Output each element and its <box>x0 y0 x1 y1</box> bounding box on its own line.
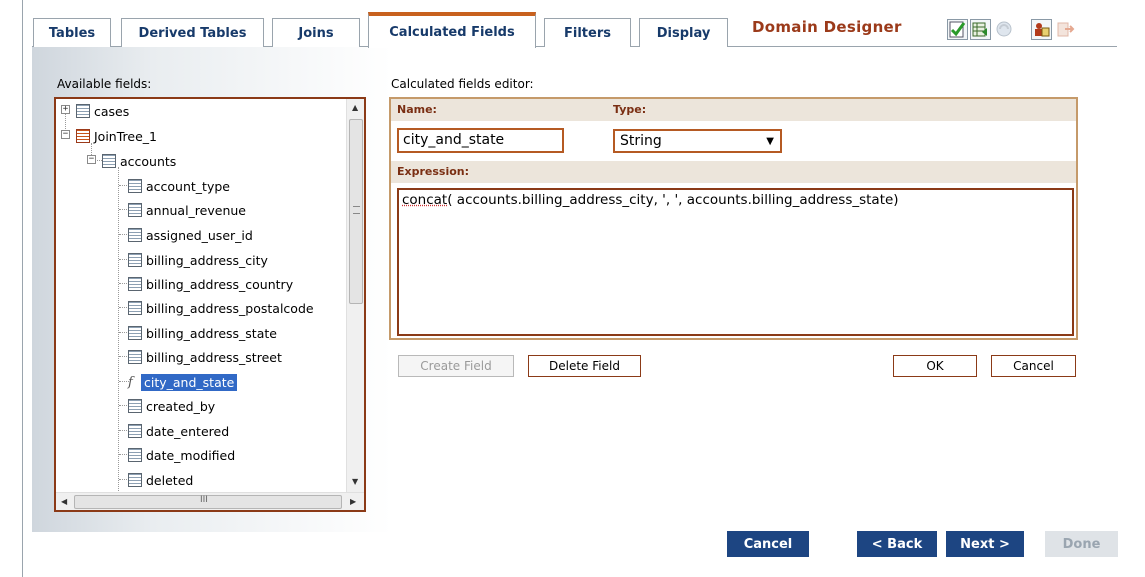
tab-tables[interactable]: Tables <box>33 18 111 47</box>
check-document-icon[interactable] <box>947 19 968 40</box>
expand-icon[interactable]: + <box>61 105 70 114</box>
type-select[interactable]: String ▼ <box>613 129 782 153</box>
field-icon <box>128 399 142 413</box>
tree-field-billing-address-city[interactable]: billing_address_city <box>128 250 268 270</box>
tree-field-assigned-user-id[interactable]: assigned_user_id <box>128 225 253 245</box>
thumb-grip: III <box>200 495 208 505</box>
tree-node-cases[interactable]: cases <box>76 101 129 121</box>
expression-function: concat <box>402 192 448 208</box>
next-button[interactable]: Next > <box>946 531 1024 557</box>
cancel-field-button[interactable]: Cancel <box>991 355 1076 377</box>
wizard-cancel-button[interactable]: Cancel <box>727 531 809 557</box>
tree-field-created-by[interactable]: created_by <box>128 396 215 416</box>
available-fields-label: Available fields: <box>57 77 152 91</box>
field-icon <box>128 350 142 364</box>
tree-field-annual-revenue[interactable]: annual_revenue <box>128 200 246 220</box>
field-icon <box>128 326 142 340</box>
done-button[interactable]: Done <box>1045 531 1118 557</box>
tree-vertical-scrollbar[interactable]: ▲ ▼ <box>346 99 364 492</box>
delete-field-button[interactable]: Delete Field <box>528 355 641 377</box>
calculated-fields-editor-label: Calculated fields editor: <box>391 77 534 91</box>
expression-args: ( accounts.billing_address_city, ', ', a… <box>447 192 899 208</box>
field-icon <box>128 203 142 217</box>
name-type-header <box>391 99 1076 121</box>
tree-field-account-type[interactable]: account_type <box>128 176 230 196</box>
ok-button[interactable]: OK <box>893 355 977 377</box>
type-selected-value: String <box>620 133 662 149</box>
tab-calculated-fields[interactable]: Calculated Fields <box>368 12 536 48</box>
available-fields-tree: + cases − JoinTree_1 − accounts account_… <box>54 97 366 512</box>
tree-field-deleted[interactable]: deleted <box>128 470 193 490</box>
field-icon <box>128 424 142 438</box>
function-icon: f <box>128 374 133 390</box>
tree-field-billing-address-street[interactable]: billing_address_street <box>128 347 282 367</box>
tab-display[interactable]: Display <box>639 18 728 47</box>
scroll-thumb[interactable]: III <box>74 495 342 509</box>
tree-node-accounts[interactable]: accounts <box>102 151 176 171</box>
field-icon <box>128 277 142 291</box>
scroll-down-icon[interactable]: ▼ <box>352 477 358 486</box>
expression-header <box>391 161 1076 183</box>
field-icon <box>128 448 142 462</box>
tree-horizontal-scrollbar[interactable]: ◀ III ▶ <box>56 492 364 510</box>
table-icon <box>102 154 116 168</box>
name-label: Name: <box>397 103 437 116</box>
users-edit-icon[interactable] <box>1031 19 1052 40</box>
tab-filters[interactable]: Filters <box>544 18 631 47</box>
tree-field-date-modified[interactable]: date_modified <box>128 445 235 465</box>
tree-node-jointree[interactable]: JoinTree_1 <box>76 126 157 146</box>
tab-joins[interactable]: Joins <box>272 18 360 47</box>
domain-designer-title: Domain Designer <box>752 18 902 36</box>
type-label: Type: <box>613 103 647 116</box>
expression-label: Expression: <box>397 165 470 178</box>
expression-textarea[interactable]: concat( accounts.billing_address_city, '… <box>397 188 1074 336</box>
scroll-left-icon[interactable]: ◀ <box>61 497 67 506</box>
field-icon <box>128 473 142 487</box>
join-tree-icon <box>76 129 90 143</box>
tree-field-billing-address-country[interactable]: billing_address_country <box>128 274 293 294</box>
back-button[interactable]: < Back <box>857 531 937 557</box>
calculated-fields-editor: Name: Type: city_and_state String ▼ Expr… <box>389 97 1078 340</box>
collapse-icon[interactable]: − <box>87 155 96 164</box>
tree-field-date-entered[interactable]: date_entered <box>128 421 229 441</box>
chevron-down-icon[interactable]: ▼ <box>766 132 774 152</box>
tab-derived-tables[interactable]: Derived Tables <box>121 18 264 47</box>
tree-field-billing-address-postalcode[interactable]: billing_address_postalcode <box>128 298 314 318</box>
name-field[interactable]: city_and_state <box>397 128 564 153</box>
field-icon <box>128 301 142 315</box>
table-icon <box>76 104 90 118</box>
tree-field-city-and-state[interactable]: f city_and_state <box>128 372 238 392</box>
table-export-icon[interactable] <box>970 19 991 40</box>
refresh-globe-icon[interactable] <box>994 19 1015 40</box>
field-icon <box>128 228 142 242</box>
scroll-right-icon[interactable]: ▶ <box>350 497 356 506</box>
exit-arrow-icon[interactable] <box>1055 19 1076 40</box>
field-icon <box>128 253 142 267</box>
field-icon <box>128 179 142 193</box>
collapse-icon[interactable]: − <box>61 130 70 139</box>
scroll-thumb[interactable] <box>349 119 363 304</box>
scroll-up-icon[interactable]: ▲ <box>352 103 358 112</box>
tree-field-billing-address-state[interactable]: billing_address_state <box>128 323 277 343</box>
create-field-button[interactable]: Create Field <box>398 355 514 377</box>
